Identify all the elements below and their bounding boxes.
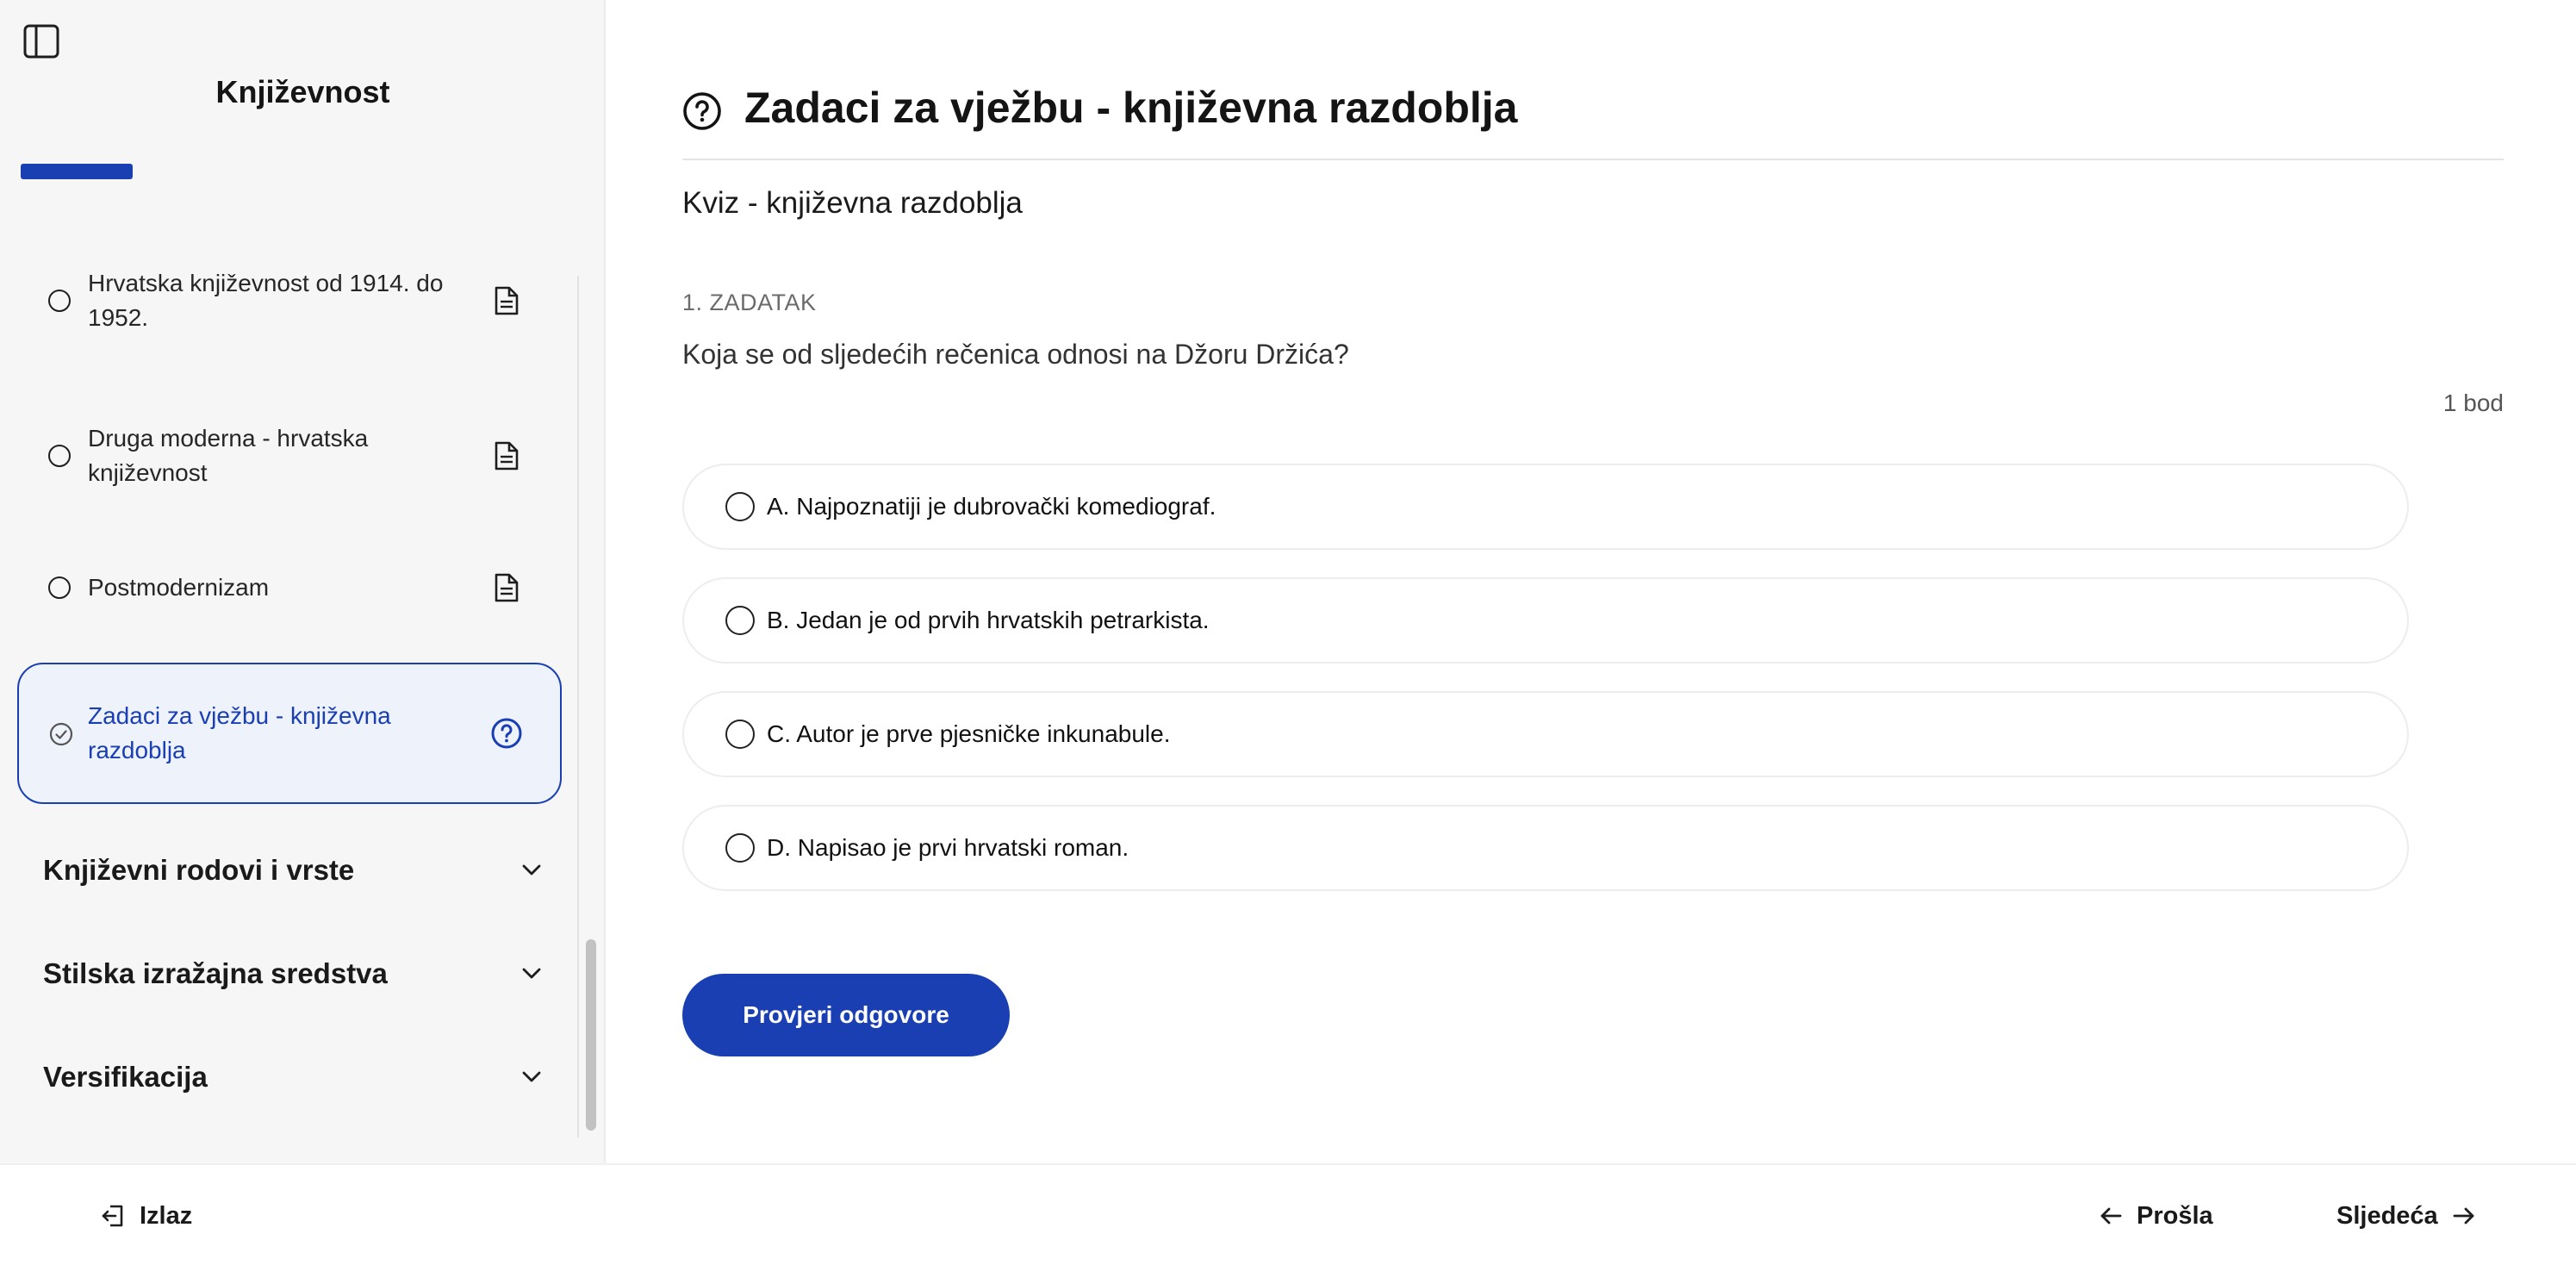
course-title: Književnost bbox=[215, 74, 390, 109]
next-label: Sljedeća bbox=[2336, 1201, 2438, 1230]
exit-label: Izlaz bbox=[140, 1201, 193, 1230]
section-stilska-sredstva[interactable]: Stilska izražajna sredstva bbox=[43, 948, 543, 1000]
document-icon bbox=[489, 437, 524, 475]
lesson-status-circle bbox=[48, 290, 71, 312]
option-label: D. Napisao je prvi hrvatski roman. bbox=[767, 834, 1129, 861]
check-answers-button[interactable]: Provjeri odgovore bbox=[682, 974, 1010, 1056]
question-circle-icon bbox=[489, 714, 524, 752]
arrow-left-icon bbox=[2099, 1206, 2123, 1226]
lesson-item-active[interactable]: Zadaci za vježbu - književna razdoblja bbox=[17, 663, 562, 804]
quiz-name: Kviz - književna razdoblja bbox=[682, 186, 1023, 220]
course-progress-bar bbox=[21, 164, 581, 179]
section-label: Stilska izražajna sredstva bbox=[43, 957, 388, 989]
points-label: 1 bod bbox=[2442, 389, 2504, 416]
question-circle-icon bbox=[682, 91, 722, 131]
radio-button[interactable] bbox=[725, 492, 755, 521]
section-knjizevni-rodovi[interactable]: Književni rodovi i vrste bbox=[43, 844, 543, 896]
sidebar-toggle-button[interactable] bbox=[22, 24, 60, 59]
task-number: 1. ZADATAK bbox=[682, 290, 817, 315]
answer-option-d[interactable]: D. Napisao je prvi hrvatski roman. bbox=[682, 805, 2409, 891]
radio-button[interactable] bbox=[725, 720, 755, 749]
chevron-down-icon bbox=[520, 1070, 543, 1084]
section-label: Književni rodovi i vrste bbox=[43, 854, 355, 886]
option-label: C. Autor je prve pjesničke inkunabule. bbox=[767, 720, 1171, 747]
course-progress-fill bbox=[21, 164, 133, 179]
chevron-down-icon bbox=[520, 863, 543, 877]
arrow-right-icon bbox=[2452, 1206, 2476, 1226]
lesson-label: Zadaci za vježbu - književna razdoblja bbox=[88, 702, 391, 763]
lesson-label: Druga moderna - hrvatska književnost bbox=[88, 425, 369, 486]
document-icon bbox=[489, 282, 524, 320]
radio-button[interactable] bbox=[725, 833, 755, 863]
exit-icon bbox=[100, 1203, 126, 1229]
exit-button[interactable]: Izlaz bbox=[100, 1165, 192, 1265]
next-button[interactable]: Sljedeća bbox=[2336, 1165, 2476, 1265]
lesson-label: Hrvatska književnost od 1914. do 1952. bbox=[88, 270, 444, 331]
page-header: Zadaci za vježbu - književna razdoblja bbox=[682, 83, 2504, 160]
footer-nav: Izlaz Prošla Sljedeća bbox=[0, 1163, 2576, 1265]
check-circle-icon bbox=[48, 721, 74, 747]
lesson-status-circle bbox=[48, 576, 71, 599]
sidebar-panel-icon bbox=[23, 24, 59, 59]
section-versifikacija[interactable]: Versifikacija bbox=[43, 1051, 543, 1103]
answer-option-a[interactable]: A. Najpoznatiji je dubrovački komediogra… bbox=[682, 464, 2409, 550]
previous-label: Prošla bbox=[2137, 1201, 2213, 1230]
sidebar-scrollbar-thumb[interactable] bbox=[586, 939, 596, 1131]
chevron-down-icon bbox=[520, 967, 543, 981]
lesson-label: Postmodernizam bbox=[88, 574, 270, 601]
option-label: A. Najpoznatiji je dubrovački komediogra… bbox=[767, 493, 1216, 520]
question-text: Koja se od sljedećih rečenica odnosi na … bbox=[682, 339, 1349, 370]
lesson-item[interactable]: Druga moderna - hrvatska književnost bbox=[17, 424, 562, 488]
previous-button[interactable]: Prošla bbox=[2099, 1165, 2213, 1265]
option-label: B. Jedan je od prvih hrvatskih petrarkis… bbox=[767, 607, 1210, 633]
radio-button[interactable] bbox=[725, 606, 755, 635]
document-icon bbox=[489, 569, 524, 607]
section-label: Versifikacija bbox=[43, 1061, 208, 1093]
sidebar: Književnost Hrvatska književnost od 1914… bbox=[0, 0, 606, 1163]
lesson-item[interactable]: Postmodernizam bbox=[17, 562, 562, 614]
answer-option-c[interactable]: C. Autor je prve pjesničke inkunabule. bbox=[682, 691, 2409, 777]
answer-option-b[interactable]: B. Jedan je od prvih hrvatskih petrarkis… bbox=[682, 577, 2409, 664]
lesson-status-circle bbox=[48, 445, 71, 467]
page-title: Zadaci za vježbu - književna razdoblja bbox=[744, 84, 1518, 132]
lesson-item[interactable]: Hrvatska književnost od 1914. do 1952. bbox=[17, 269, 562, 333]
